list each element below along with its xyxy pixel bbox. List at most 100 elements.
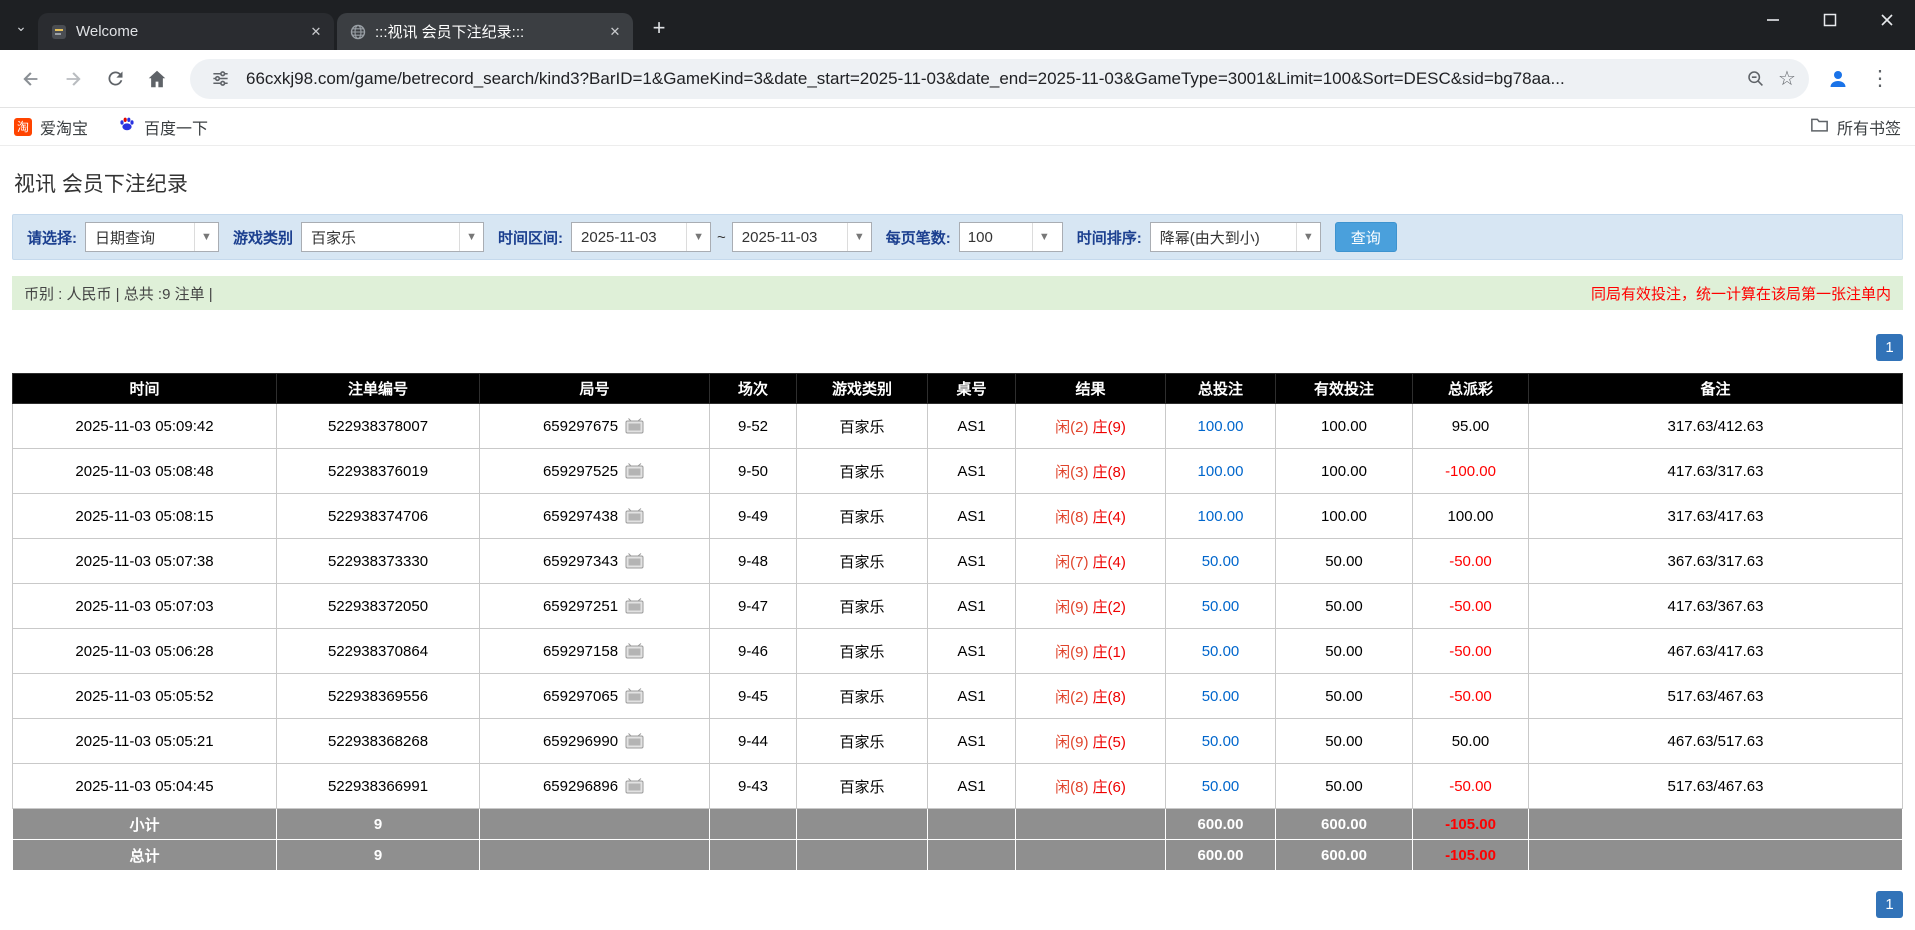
video-replay-icon[interactable] [625,552,646,570]
cell-time: 2025-11-03 05:08:48 [12,448,277,494]
video-replay-icon[interactable] [625,417,646,435]
query-type-label: 请选择: [27,229,77,247]
sort-select[interactable]: 降幂(由大到小) ▼ [1149,222,1321,252]
chevron-down-icon: ▼ [1295,223,1320,251]
cell-time: 2025-11-03 05:09:42 [12,403,277,449]
bookmark-baidu[interactable]: 百度一下 [118,115,208,139]
profile-icon[interactable] [1819,60,1857,98]
date-start-select[interactable]: 2025-11-03 ▼ [571,222,712,252]
header-game-category: 游戏类别 [796,373,928,404]
query-type-select[interactable]: 日期查询 ▼ [85,222,219,252]
table-footer: 小计 9 600.00 600.00 -105.00 总计 9 600.00 6… [12,808,1903,871]
table-row: 2025-11-03 05:07:38 522938373330 6592973… [12,538,1903,584]
cell-result: 闲(9) 庄(2) [1015,583,1166,629]
subtotal-label: 小计 [12,808,277,840]
video-replay-icon[interactable] [625,507,646,525]
game-category-select[interactable]: 百家乐 ▼ [301,222,485,252]
cell-round-id: 659297065 [479,673,710,719]
sort-label: 时间排序: [1076,229,1142,247]
result-player: 闲(8) [1055,778,1089,796]
browser-tab-betrecord[interactable]: :::视讯 会员下注纪录::: ✕ [337,13,633,50]
cell-game-category: 百家乐 [796,403,928,449]
browser-tab-strip: ⌄ Welcome ✕ :::视讯 会员下注纪录::: ✕ + [0,0,1915,50]
url-text[interactable]: 66cxkj98.com/game/betrecord_search/kind3… [246,69,1739,89]
table-row: 2025-11-03 05:08:15 522938374706 6592974… [12,493,1903,539]
total-bet-link[interactable]: 50.00 [1202,688,1240,705]
total-bet-link[interactable]: 100.00 [1198,463,1244,480]
subtotal-row: 小计 9 600.00 600.00 -105.00 [12,808,1903,840]
cell-total-bet: 100.00 [1165,448,1276,494]
cell-result: 闲(8) 庄(4) [1015,493,1166,539]
total-bet-link[interactable]: 50.00 [1202,643,1240,660]
total-bet-link[interactable]: 50.00 [1202,553,1240,570]
table-row: 2025-11-03 05:06:28 522938370864 6592971… [12,628,1903,674]
new-tab-button[interactable]: + [644,13,674,43]
window-close-icon[interactable] [1858,0,1915,40]
video-replay-icon[interactable] [625,642,646,660]
date-end-select[interactable]: 2025-11-03 ▼ [731,222,872,252]
total-bet-link[interactable]: 100.00 [1198,508,1244,525]
bookmark-star-icon[interactable]: ☆ [1771,63,1803,95]
home-icon[interactable] [138,60,176,98]
all-bookmarks-label: 所有书签 [1836,120,1901,138]
cell-payout: -100.00 [1412,448,1529,494]
date-range-label: 时间区间: [498,229,564,247]
window-maximize-icon[interactable] [1801,0,1858,40]
forward-icon[interactable] [54,60,92,98]
tab-search-chevron-icon[interactable]: ⌄ [8,13,34,39]
browser-tab-welcome[interactable]: Welcome ✕ [38,13,334,50]
header-table-no: 桌号 [927,373,1016,404]
back-icon[interactable] [12,60,50,98]
total-bet-link[interactable]: 50.00 [1202,598,1240,615]
cell-bet-id: 522938369556 [276,673,480,719]
tab-close-icon[interactable]: ✕ [605,22,625,42]
video-replay-icon[interactable] [625,732,646,750]
total-bet-link[interactable]: 100.00 [1198,418,1244,435]
total-bet-link[interactable]: 50.00 [1202,778,1240,795]
page-title: 视讯 会员下注纪录 [14,173,188,196]
result-player: 闲(2) [1055,418,1089,436]
browser-menu-icon[interactable]: ⋮ [1861,60,1899,98]
cell-payout: 95.00 [1412,403,1529,449]
cell-time: 2025-11-03 05:07:38 [12,538,277,584]
folder-icon [1810,116,1829,138]
video-replay-icon[interactable] [625,597,646,615]
video-replay-icon[interactable] [625,777,646,795]
cell-bet-id: 522938376019 [276,448,480,494]
cell-time: 2025-11-03 05:05:21 [12,718,277,764]
refresh-icon[interactable] [96,60,134,98]
url-bar[interactable]: 66cxkj98.com/game/betrecord_search/kind3… [190,58,1809,99]
cell-bet-id: 522938374706 [276,493,480,539]
bet-records-table: 时间 注单编号 局号 场次 游戏类别 桌号 结果 总投注 有效投注 总派彩 备注… [12,373,1903,871]
page-size-input[interactable] [959,223,1032,251]
site-info-tune-icon[interactable] [204,63,236,95]
search-button[interactable]: 查询 [1334,222,1397,252]
cell-session: 9-45 [709,673,797,719]
cell-game-category: 百家乐 [796,448,928,494]
bookmark-aitaobao[interactable]: 淘 爱淘宝 [14,115,88,139]
header-result: 结果 [1015,373,1166,404]
video-replay-icon[interactable] [625,687,646,705]
table-body: 2025-11-03 05:09:42 522938378007 6592976… [12,403,1903,809]
pagination-top: 1 [12,334,1903,361]
cell-session: 9-46 [709,628,797,674]
header-time: 时间 [12,373,277,404]
page-number-button[interactable]: 1 [1876,334,1903,361]
cell-bet-id: 522938372050 [276,583,480,629]
summary-left-text: 币别 : 人民币 | 总共 :9 注单 | [24,285,213,303]
page-number-button[interactable]: 1 [1876,891,1903,918]
chevron-down-icon: ▼ [686,223,710,251]
all-bookmarks[interactable]: 所有书签 [1810,115,1901,139]
cell-total-bet: 50.00 [1165,718,1276,764]
total-count: 9 [276,839,480,871]
cell-result: 闲(9) 庄(5) [1015,718,1166,764]
cell-game-category: 百家乐 [796,493,928,539]
cell-valid-bet: 50.00 [1275,673,1413,719]
window-minimize-icon[interactable] [1744,0,1801,40]
total-bet-link[interactable]: 50.00 [1202,733,1240,750]
bookmark-label: 百度一下 [144,120,209,138]
video-replay-icon[interactable] [625,462,646,480]
tab-close-icon[interactable]: ✕ [306,22,326,42]
zoom-icon[interactable] [1739,63,1771,95]
page-size-combo[interactable]: ▼ [958,222,1063,252]
